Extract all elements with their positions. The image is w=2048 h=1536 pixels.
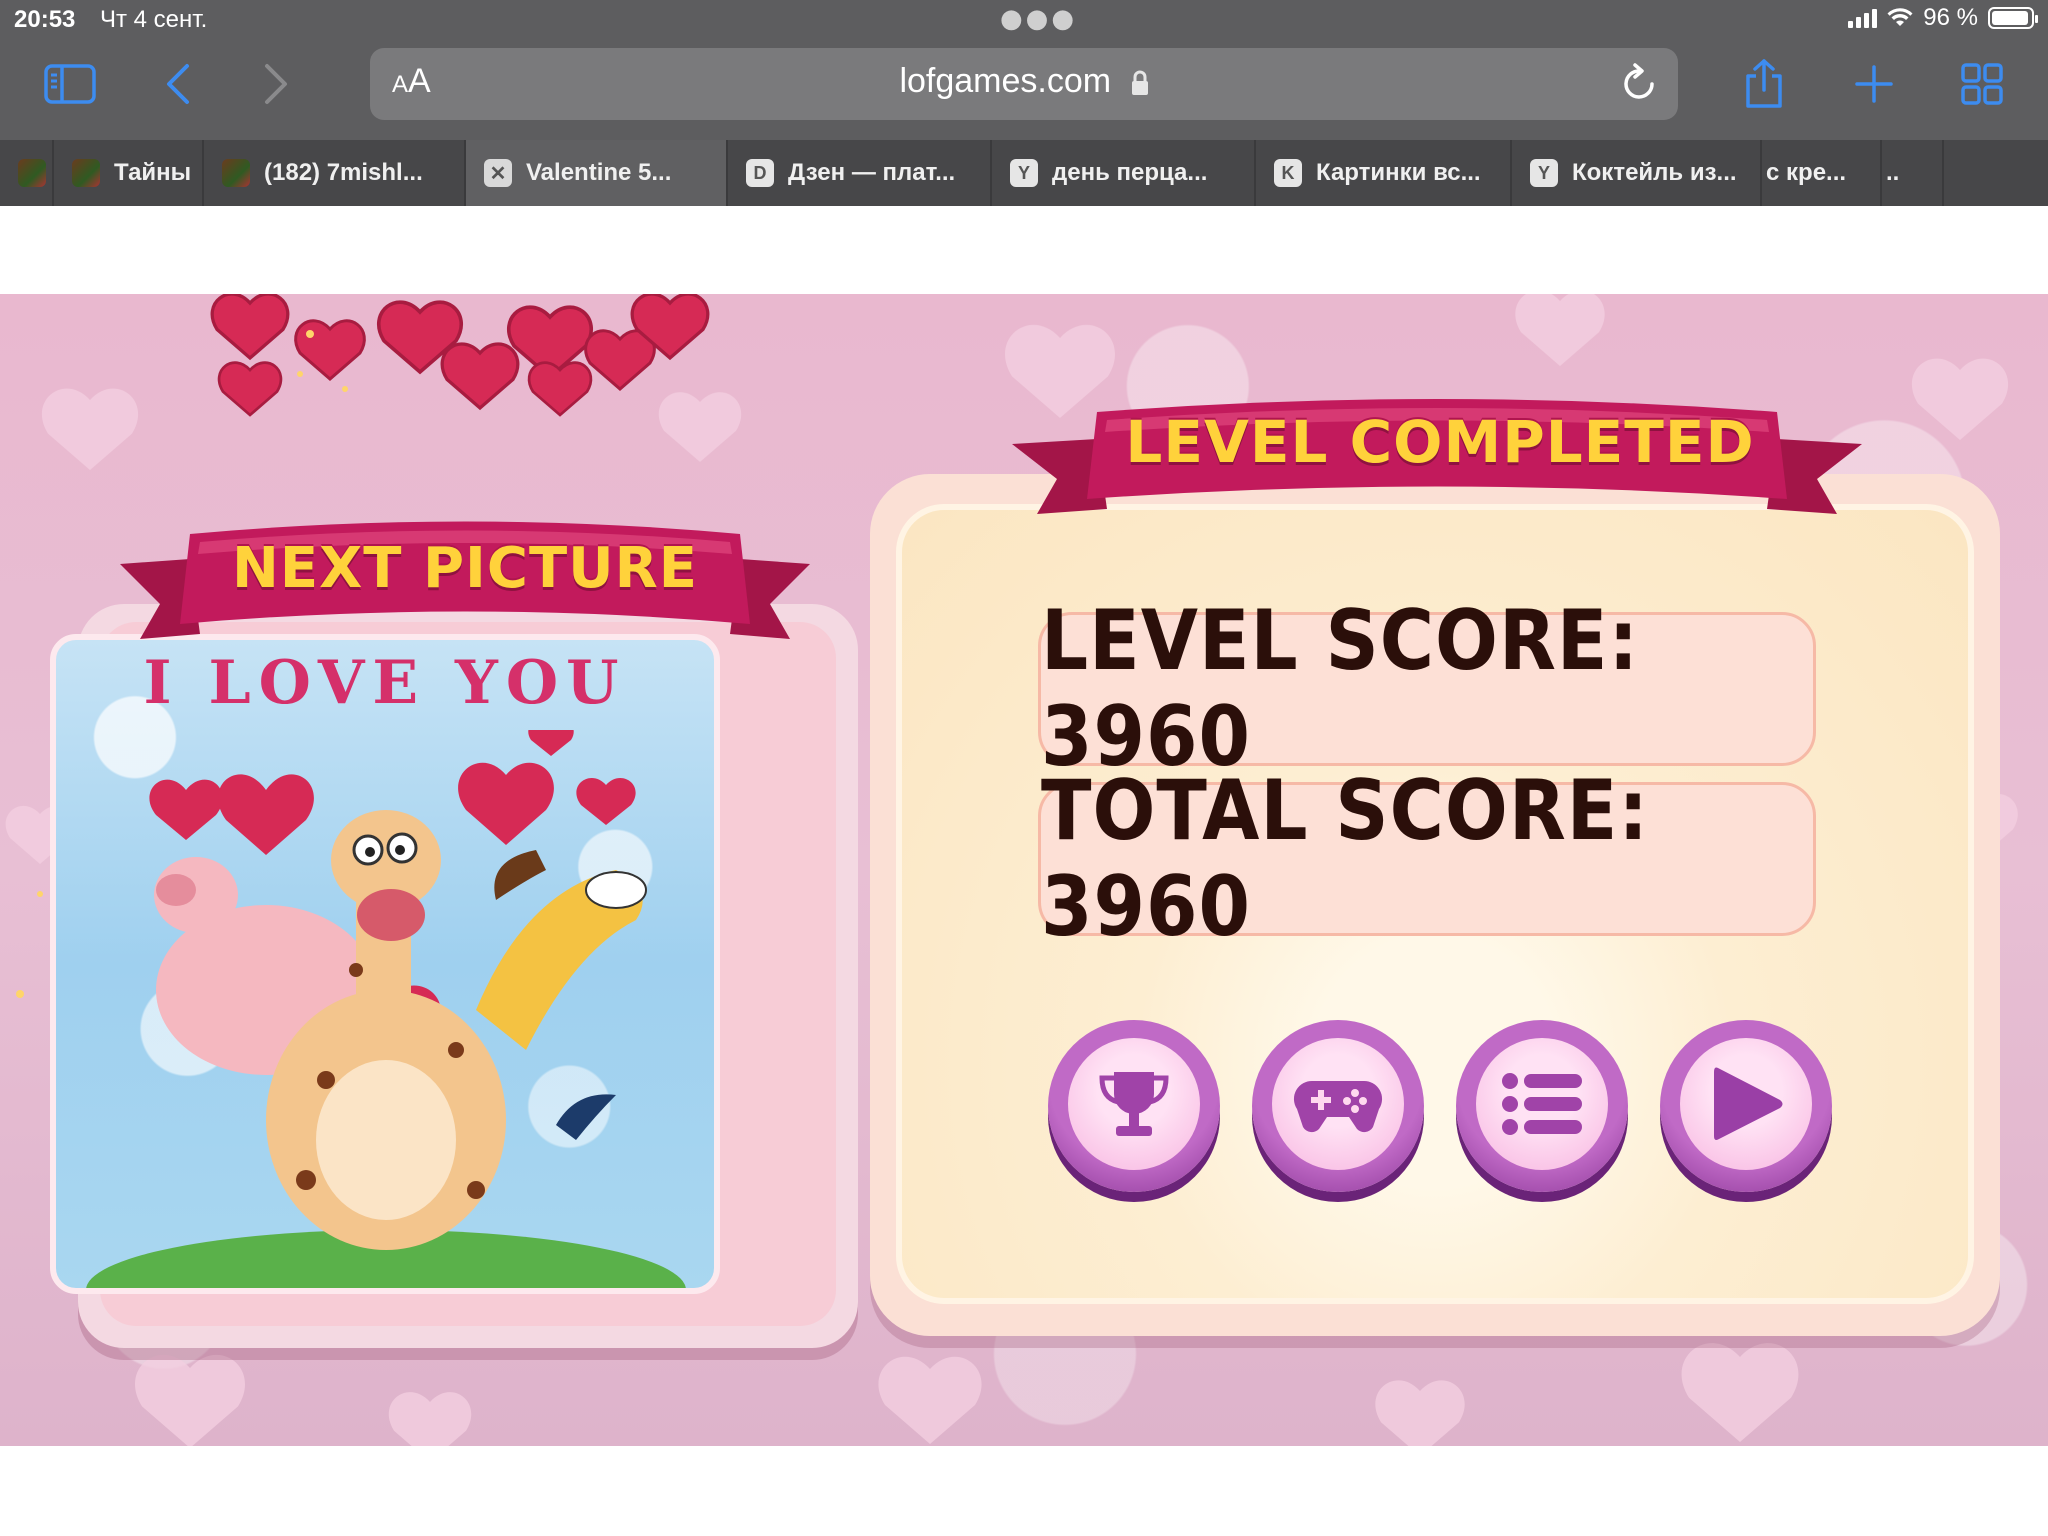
trophy-button-face: [1068, 1038, 1200, 1170]
gamepad-icon: [1293, 1080, 1383, 1133]
browser-tab[interactable]: ..: [1882, 140, 1944, 206]
status-date: Чт 4 сент.: [100, 6, 208, 33]
chevron-left-icon: [167, 64, 189, 104]
browser-tab[interactable]: ✕ Valentine 5...: [466, 140, 728, 206]
trophy-icon: [1099, 1072, 1169, 1136]
browser-tab-label: Картинки вс...: [1316, 159, 1481, 186]
browser-tab[interactable]: (182) 7mishl...: [204, 140, 466, 206]
status-indicators: 96 %: [1848, 4, 2038, 32]
browser-tab[interactable]: D Дзен — плат...: [728, 140, 992, 206]
browser-chrome: 20:53 Чт 4 сент. ●●● 96 % AA lofgames.co…: [0, 0, 2048, 206]
play-button-face: [1680, 1038, 1812, 1170]
browser-tab-label: Коктейль из...: [1572, 159, 1737, 186]
favicon-icon: D: [746, 159, 774, 187]
total-score: TOTAL SCORE: 3960: [1041, 762, 1649, 956]
sidebar-toggle-button[interactable]: [42, 56, 98, 112]
url-display[interactable]: lofgames.com: [370, 62, 1678, 101]
battery-fill: [1992, 11, 2029, 25]
browser-tab[interactable]: Y Коктейль из...: [1512, 140, 1762, 206]
games-button[interactable]: [1252, 1020, 1424, 1200]
favicon-icon: [222, 159, 250, 187]
favicon-icon: Y: [1010, 159, 1038, 187]
favicon-icon: [72, 159, 100, 187]
total-score-box: TOTAL SCORE: 3960: [1038, 763, 1816, 955]
tab-overview-button[interactable]: [1954, 56, 2010, 112]
list-icon: [1502, 1073, 1582, 1135]
battery-percent: 96 %: [1923, 4, 1978, 31]
game-canvas[interactable]: I LOVE YOU NEXT PICTURE LEVEL COMPLETED …: [0, 294, 2048, 1446]
levels-button[interactable]: [1456, 1020, 1628, 1200]
browser-tab-label: с кре...: [1766, 159, 1847, 186]
level-score: LEVEL SCORE: 3960: [1041, 592, 1640, 786]
level-score-box: LEVEL SCORE: 3960: [1038, 593, 1816, 785]
sidebar-icon: [44, 64, 96, 104]
plus-icon: [1855, 65, 1893, 103]
level-completed-title: LEVEL COMPLETED: [1125, 408, 1755, 476]
browser-tab[interactable]: с кре...: [1762, 140, 1882, 206]
browser-tab-label: Valentine 5...: [526, 159, 672, 186]
games-button-face: [1272, 1038, 1404, 1170]
share-button[interactable]: [1736, 56, 1792, 112]
trophy-button[interactable]: [1048, 1020, 1220, 1200]
browser-tab-label: ..: [1886, 159, 1900, 186]
next-picture-title: NEXT PICTURE: [231, 536, 698, 601]
browser-tab[interactable]: K Картинки вс...: [1256, 140, 1512, 206]
cartoon-animals-icon: [86, 730, 686, 1288]
lock-icon: [1131, 70, 1148, 96]
chevron-right-icon: [265, 64, 287, 104]
browser-tab[interactable]: Yдень перца...: [992, 140, 1256, 206]
browser-tab-label: день перца...: [1052, 159, 1208, 186]
reload-icon[interactable]: [1620, 62, 1660, 106]
close-tab-icon[interactable]: ✕: [484, 159, 512, 187]
new-tab-button[interactable]: [1846, 56, 1902, 112]
wifi-icon: [1887, 8, 1913, 26]
browser-tab-label: Дзен — плат...: [788, 159, 956, 186]
next-picture-image[interactable]: I LOVE YOU: [50, 634, 720, 1294]
share-icon: [1746, 59, 1782, 108]
levels-button-face: [1476, 1038, 1608, 1170]
favicon-icon: Y: [1530, 159, 1558, 187]
browser-tab-label: (182) 7mishl...: [264, 159, 423, 186]
cellular-signal-icon: [1848, 8, 1878, 28]
favicon-icon: K: [1274, 159, 1302, 187]
status-time: 20:53: [14, 6, 76, 33]
status-bar: 20:53 Чт 4 сент. ●●● 96 %: [0, 0, 2048, 40]
back-button[interactable]: [150, 56, 206, 112]
favicon-icon: [18, 159, 46, 187]
battery-icon: [1988, 7, 2038, 29]
play-button[interactable]: [1660, 1020, 1832, 1200]
browser-tab[interactable]: Тайны: [54, 140, 204, 206]
browser-tab-label: Тайны: [114, 159, 192, 186]
tabs-grid-icon: [1961, 63, 2003, 105]
forward-button[interactable]: [248, 56, 304, 112]
tab-bar: Тайны (182) 7mishl... ✕ Valentine 5... D Дзен…: [0, 140, 2048, 206]
play-icon: [1714, 1067, 1783, 1140]
browser-tab[interactable]: [0, 140, 54, 206]
url-bar[interactable]: AA lofgames.com: [370, 48, 1678, 120]
multitasking-dots-icon[interactable]: ●●●: [1000, 4, 1077, 34]
url-domain: lofgames.com: [899, 62, 1112, 100]
